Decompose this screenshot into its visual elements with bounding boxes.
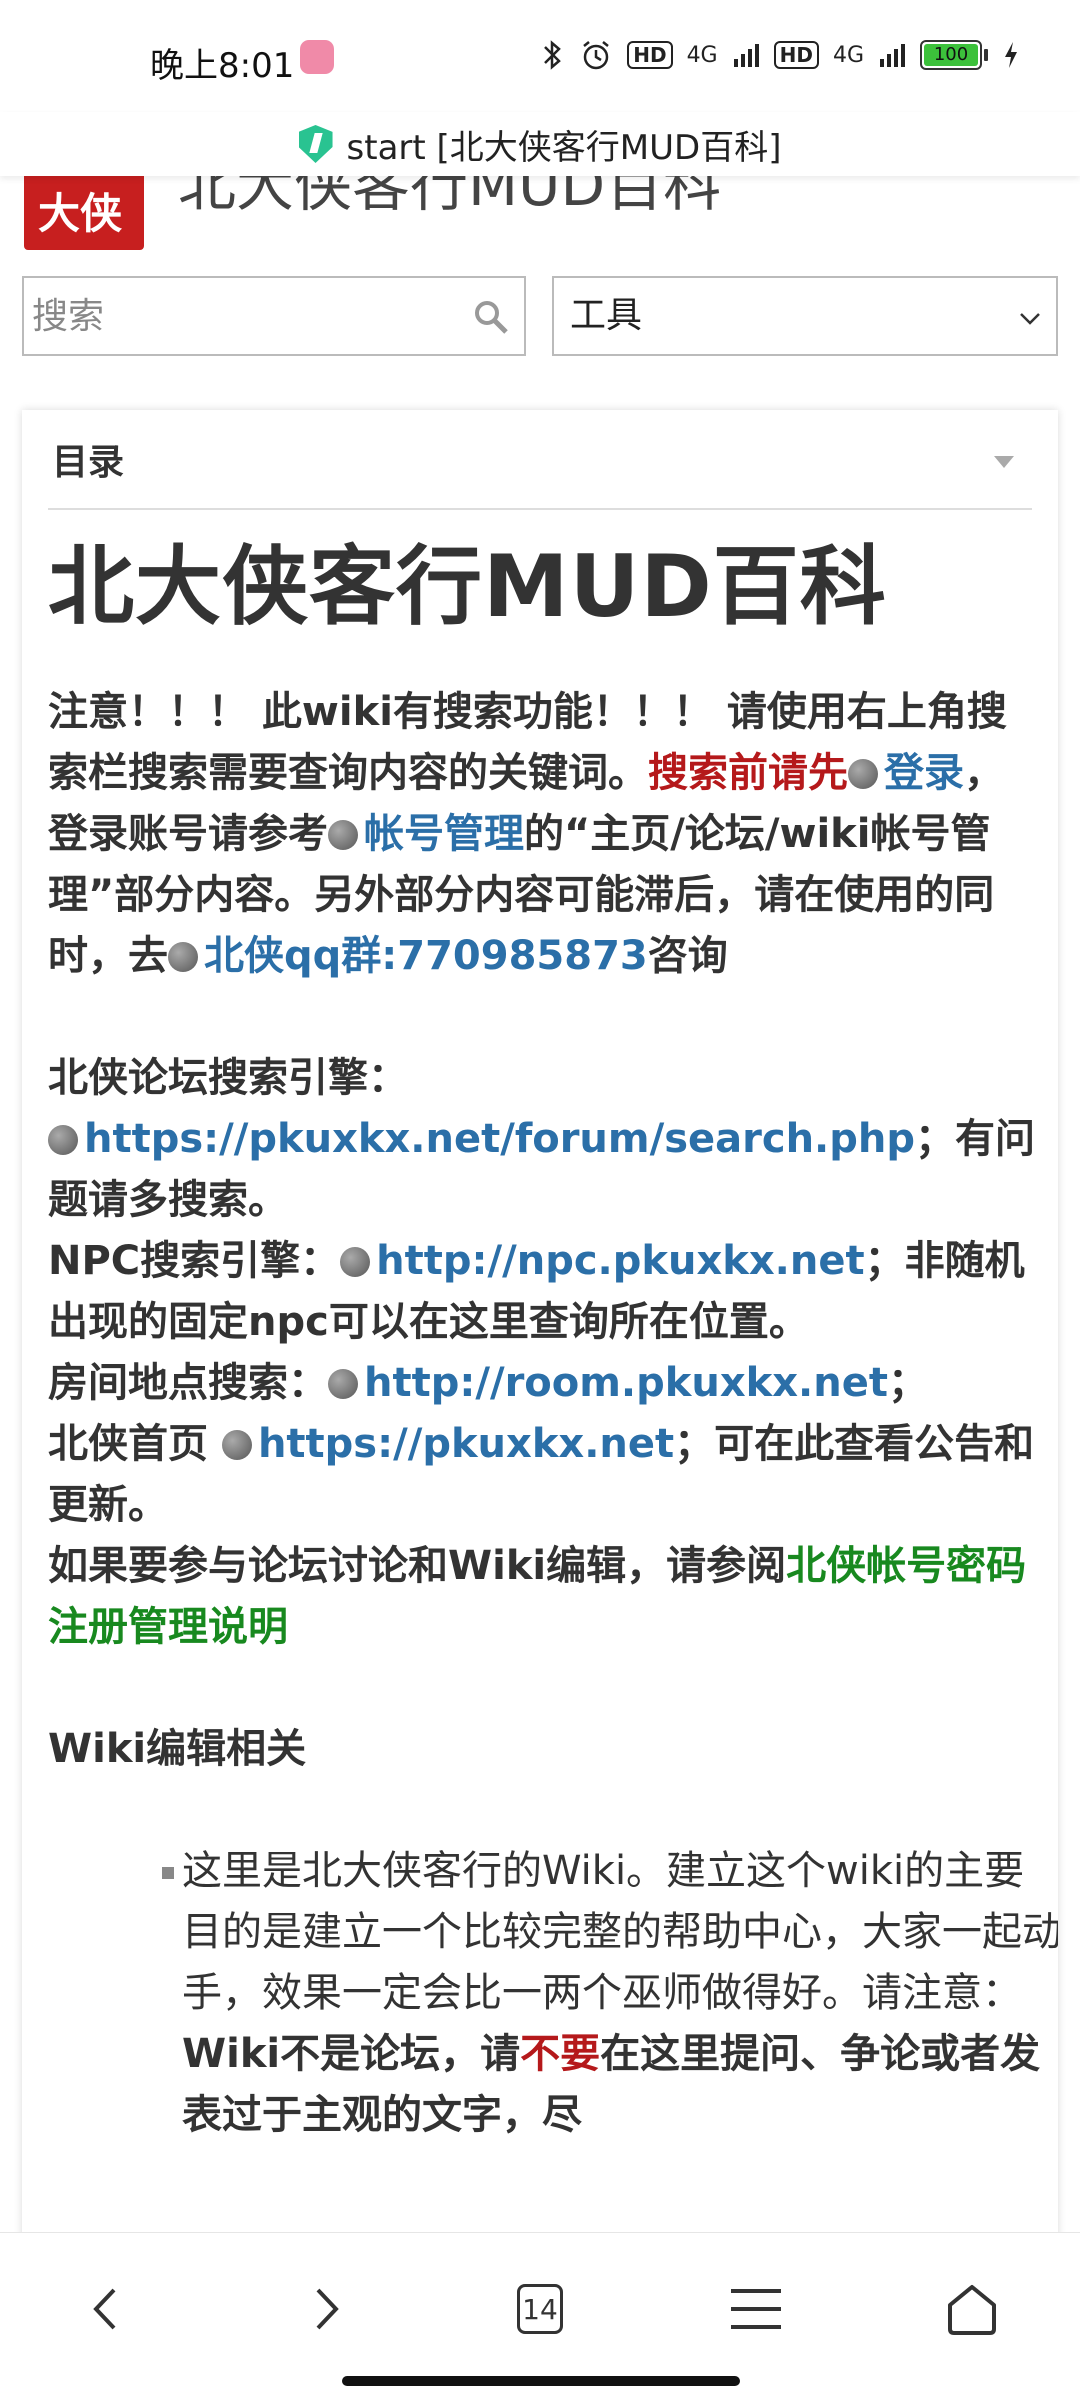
alarm-icon — [583, 41, 609, 70]
globe-icon — [328, 1369, 358, 1399]
home-link[interactable]: https://pkuxkx.net — [258, 1421, 674, 1467]
login-link[interactable]: 登录 — [884, 750, 964, 796]
signal-icon — [733, 44, 759, 67]
tools-label: 工具 — [570, 295, 643, 336]
globe-icon — [221, 1430, 252, 1460]
globe-icon — [168, 942, 198, 972]
toc-label: 目录 — [52, 442, 125, 483]
wiki-content: 目录 北大侠客行MUD百科 注意！！！ 此wiki有搜索功能！！！ 请使用右上角… — [22, 410, 1058, 2240]
tab-count: 14 — [522, 2292, 558, 2326]
wiki-ref-line: 如果要参与论坛讨论和Wiki编辑，请参阅北侠帐号密码注册管理说明 — [48, 1543, 1027, 1650]
status-icons: HD 4G HD 4G 100 — [541, 38, 1020, 72]
search-icon[interactable] — [472, 298, 510, 336]
page-title: start [北大侠客行MUD百科] — [346, 127, 782, 168]
room-search-link[interactable]: http://room.pkuxkx.net — [364, 1360, 888, 1406]
notice-warning: 搜索前请先 — [648, 750, 848, 796]
npc-search-line: NPC搜索引擎： http://npc.pkuxkx.net；非随机出现的固定np… — [48, 1238, 1025, 1345]
page-body: 注意！！！ 此wiki有搜索功能！！！ 请使用右上角搜索栏搜索需要查询内容的关键… — [48, 682, 1058, 2146]
tools-dropdown[interactable]: 工具 — [552, 276, 1058, 356]
forward-icon — [316, 2288, 339, 2330]
edit-list: 这里是北大侠客行的Wiki。建立这个wiki的主要目的是建立一个比较完整的帮助中… — [48, 1841, 1058, 2146]
notice-paragraph: 注意！！！ 此wiki有搜索功能！！！ 请使用右上角搜索栏搜索需要查询内容的关键… — [48, 689, 1007, 979]
charging-icon — [1005, 42, 1017, 68]
qq-group-link[interactable]: 北侠qq群:770985873 — [204, 933, 648, 979]
bluetooth-icon — [544, 40, 562, 70]
network-label-1: 4G — [686, 42, 718, 68]
npc-search-link[interactable]: http://npc.pkuxkx.net — [376, 1238, 864, 1284]
network-label-2: 4G — [832, 42, 864, 68]
home-button[interactable] — [932, 2269, 1012, 2349]
room-search-line: 房间地点搜索： http://room.pkuxkx.net； — [48, 1360, 928, 1406]
home-line: 北侠首页 https://pkuxkx.net；可在此查看公告和更新。 — [48, 1421, 1035, 1528]
tabs-icon: 14 — [517, 2284, 563, 2334]
list-item: 这里是北大侠客行的Wiki。建立这个wiki的主要目的是建立一个比较完整的帮助中… — [48, 1841, 1058, 2146]
battery-icon: 100 — [920, 40, 988, 70]
globe-icon — [848, 759, 878, 789]
globe-icon — [340, 1247, 371, 1277]
status-bar: 晚上8:01 HD 4G HD 4G 100 — [0, 0, 1080, 120]
gesture-bar[interactable] — [342, 2376, 740, 2386]
forum-search-label: 北侠论坛搜索引擎： — [48, 1055, 408, 1101]
section-heading: Wiki编辑相关 — [48, 1726, 307, 1772]
shield-icon — [298, 125, 333, 163]
chevron-down-icon — [1020, 313, 1040, 325]
hd-badge-2: HD — [773, 41, 819, 69]
back-icon — [93, 2288, 116, 2330]
globe-icon — [328, 820, 358, 850]
page-heading: 北大侠客行MUD百科 — [48, 537, 887, 637]
menu-button[interactable] — [716, 2269, 796, 2349]
forum-search-link[interactable]: https://pkuxkx.net/forum/search.php — [84, 1116, 915, 1162]
globe-icon — [48, 1125, 78, 1155]
table-of-contents[interactable]: 目录 — [48, 434, 1032, 510]
status-time: 晚上8:01 — [150, 46, 295, 86]
browser-title-bar[interactable]: start [北大侠客行MUD百科] — [0, 112, 1080, 176]
back-button[interactable] — [66, 2269, 146, 2349]
menu-icon — [731, 2289, 781, 2329]
search-box[interactable] — [22, 276, 526, 356]
forum-search-line: https://pkuxkx.net/forum/search.php；有问题请… — [48, 1116, 1035, 1223]
signal-icon — [880, 44, 905, 67]
search-input[interactable] — [24, 278, 454, 354]
forward-button[interactable] — [286, 2269, 366, 2349]
tabs-button[interactable]: 14 — [500, 2269, 580, 2349]
app-notification-icon — [300, 40, 334, 74]
toc-toggle-icon[interactable] — [994, 456, 1014, 468]
account-link[interactable]: 帐号管理 — [364, 811, 524, 857]
home-icon — [948, 2285, 996, 2335]
battery-percent: 100 — [933, 44, 969, 65]
hd-badge-1: HD — [627, 41, 673, 69]
